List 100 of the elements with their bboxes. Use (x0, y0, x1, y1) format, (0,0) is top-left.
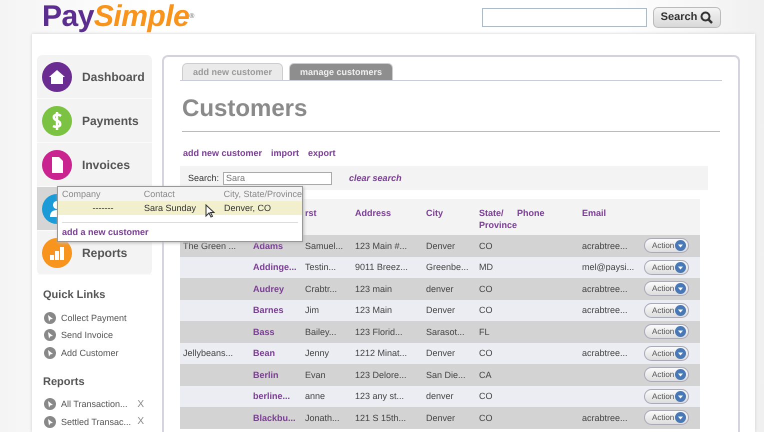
action-button[interactable]: Action (644, 388, 689, 404)
home-icon (42, 62, 72, 92)
customer-link[interactable]: Blackbu... (253, 412, 296, 423)
customer-link[interactable]: berline... (253, 391, 290, 402)
dollar-icon (42, 106, 72, 136)
action-link[interactable]: add new customer (183, 148, 262, 158)
table-cell: Denver (426, 240, 456, 251)
customer-link[interactable]: Addinge... (253, 262, 296, 272)
action-button[interactable]: Action (644, 367, 689, 382)
customer-link[interactable]: Barnes (253, 305, 284, 316)
remove-button[interactable]: X (137, 416, 144, 428)
action-button[interactable]: Action (644, 324, 689, 340)
table-cell: 123 Delore... (355, 370, 407, 380)
table-cell: 9011 Breez... (355, 262, 408, 272)
caret-icon (675, 412, 686, 424)
customer-link[interactable]: Audrey (253, 284, 284, 294)
quick-link[interactable]: Collect Payment (61, 312, 127, 323)
column-heading: Company (61, 189, 102, 199)
table-cell: 1212 Minat... (355, 348, 408, 358)
nav-item[interactable]: Payments (37, 99, 152, 143)
table-cell: acrabtree... (582, 284, 628, 294)
section-heading: Quick Links (43, 289, 106, 301)
customer-link[interactable]: Bean (253, 348, 276, 358)
caret-icon (675, 326, 686, 338)
table-cell: acrabtree... (582, 348, 628, 358)
action-button[interactable]: Action (644, 410, 689, 426)
table-cell: 123 Main (355, 305, 392, 316)
table-cell: Jenny (305, 348, 330, 358)
search-label: Search: (188, 173, 220, 183)
table-cell: Bailey... (305, 326, 336, 337)
customer-link[interactable]: Bass (253, 326, 275, 337)
report-link[interactable]: All Transaction... (61, 399, 128, 410)
table-cell: denver (426, 284, 454, 294)
table-cell: MD (479, 262, 493, 272)
table-cell: Denver (426, 412, 456, 423)
table-cell: Denver (426, 305, 456, 316)
pointer-icon (44, 398, 56, 410)
table-cell: 123 Main #... (355, 240, 408, 251)
column-heading: Address (355, 208, 392, 218)
table-cell: Evan (305, 370, 326, 380)
table-cell: mel@paysi... (582, 262, 634, 272)
search-button[interactable]: Search (653, 6, 721, 28)
quick-link[interactable]: Add Customer (61, 348, 119, 358)
suggestion-row[interactable]: ------- Sara Sunday Denver, CO (58, 201, 302, 215)
action-button[interactable]: Action (644, 281, 689, 296)
column-heading: Phone (517, 208, 545, 218)
table-cell: Denver (426, 348, 456, 358)
search-field[interactable] (482, 8, 647, 26)
table-cell: acrabtree... (582, 412, 628, 423)
action-button[interactable]: Action (644, 260, 689, 275)
table-cell: 123 main (355, 284, 392, 294)
pointer-icon (44, 346, 56, 359)
report-link[interactable]: Settled Transac... (61, 416, 132, 427)
table-cell: acrabtree... (582, 305, 628, 316)
customer-link[interactable]: Adams (253, 240, 284, 251)
table-cell: San Die... (426, 370, 466, 380)
remove-button[interactable]: X (137, 398, 144, 410)
action-button[interactable]: Action (644, 302, 689, 318)
suggestion-contact: Sara Sunday (144, 203, 198, 213)
caret-icon (675, 369, 686, 380)
logo: PaySimple$^{®}$ (42, 2, 194, 32)
mouse-cursor-icon (205, 204, 215, 218)
table-cell: CO (479, 240, 492, 251)
table-cell: CO (479, 412, 492, 423)
nav-item[interactable]: Dashboard (37, 55, 152, 99)
table-cell: CA (479, 370, 492, 380)
customer-link[interactable]: Berlin (253, 370, 279, 380)
action-link[interactable]: export (308, 148, 336, 158)
table-cell: Crabtr... (305, 284, 338, 294)
column-heading: State/ Province (479, 208, 518, 230)
column-heading: City (426, 208, 444, 218)
clear-search-link[interactable]: clear search (349, 173, 402, 183)
action-link[interactable]: import (271, 148, 300, 158)
caret-icon (675, 240, 686, 252)
section-heading: Reports (43, 376, 86, 388)
table-cell: CO (479, 348, 492, 358)
table-cell: FL (479, 326, 490, 337)
table-cell: acrabtree... (582, 240, 628, 251)
caret-icon (675, 348, 686, 359)
search-icon (700, 10, 714, 24)
table-cell: denver (426, 391, 454, 402)
table-cell: CO (479, 391, 492, 402)
table-cell: CO (479, 284, 492, 294)
table-cell: Sarasot... (426, 326, 465, 337)
table-cell: 121 S 15th... (355, 412, 406, 423)
customer-search-field[interactable]: Sara (223, 172, 332, 184)
caret-icon (675, 304, 686, 316)
column-heading: rst (305, 208, 317, 218)
table-cell: Testin... (305, 262, 336, 272)
action-button[interactable]: Action (644, 238, 689, 254)
pointer-icon (44, 329, 56, 342)
table-cell: Greenbe... (426, 262, 469, 272)
column-heading: Email (582, 208, 606, 218)
quick-link[interactable]: Send Invoice (61, 330, 114, 340)
column-heading: City, State/Province (224, 189, 302, 199)
table-cell: 123 any st... (355, 391, 404, 402)
pointer-icon (44, 312, 56, 324)
action-button[interactable]: Action (644, 346, 689, 361)
suggestion-company: ------- (92, 203, 114, 213)
page-title: Customers (182, 95, 720, 132)
